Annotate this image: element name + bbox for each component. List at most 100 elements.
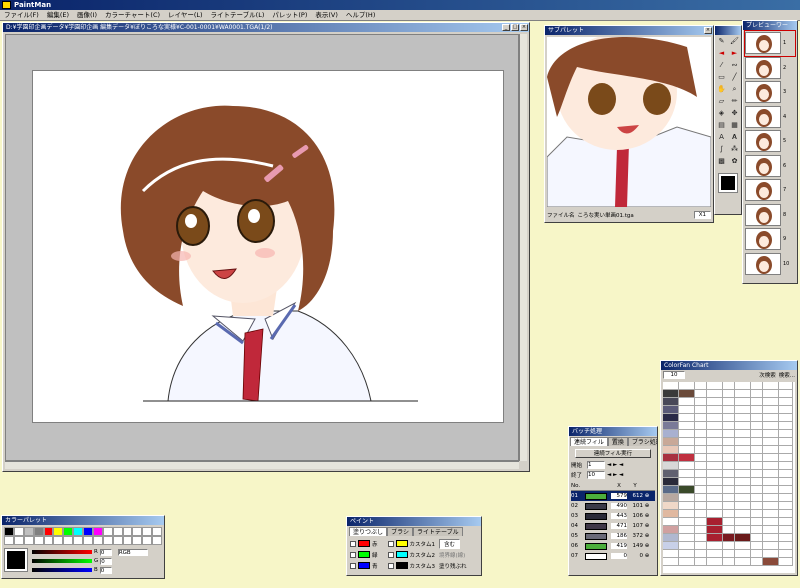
colorfan-cell[interactable]	[751, 470, 763, 478]
colorfan-cell[interactable]	[779, 478, 793, 486]
colorfan-cell[interactable]	[779, 454, 793, 462]
color-swatch[interactable]	[73, 536, 83, 545]
colorfan-cell[interactable]	[679, 502, 695, 510]
colorfan-cell[interactable]	[751, 518, 763, 526]
batch-run-button[interactable]: 連続フィル実行	[575, 449, 651, 458]
colorfan-cell[interactable]	[763, 486, 779, 494]
colorfan-cell[interactable]	[751, 406, 763, 414]
colorfan-cell[interactable]	[695, 510, 707, 518]
colorfan-cell[interactable]	[751, 510, 763, 518]
start-input[interactable]: 1	[587, 461, 605, 469]
color-swatch[interactable]	[102, 536, 113, 545]
colorfan-cell[interactable]	[695, 534, 707, 542]
colorfan-cell[interactable]	[763, 510, 779, 518]
text-outline-icon[interactable]: 𝐀	[729, 132, 740, 143]
colorfan-cell[interactable]	[735, 518, 751, 526]
colorfan-cell[interactable]	[707, 534, 723, 542]
colorfan-cell[interactable]	[763, 494, 779, 502]
colorfan-cell[interactable]	[779, 550, 793, 558]
pencil-icon[interactable]: ✏	[729, 96, 740, 107]
colorfan-cell[interactable]	[707, 430, 723, 438]
colorfan-cell[interactable]	[707, 390, 723, 398]
colorfan-cell[interactable]	[707, 414, 723, 422]
colorfan-cell[interactable]	[679, 446, 695, 454]
colorfan-cell[interactable]	[679, 542, 695, 550]
table-row[interactable]: 01 579 612 ⊕	[571, 491, 655, 501]
grid-icon[interactable]: ▦	[729, 120, 740, 131]
colorfan-cell[interactable]	[695, 486, 707, 494]
color-swatch[interactable]	[23, 536, 34, 545]
colorfan-cell[interactable]	[695, 542, 707, 550]
colorfan-cell[interactable]	[735, 446, 751, 454]
colorfan-cell[interactable]	[751, 542, 763, 550]
colorfan-cell[interactable]	[679, 478, 695, 486]
stamp-icon[interactable]: ✿	[729, 156, 740, 167]
colorfan-cell[interactable]	[751, 550, 763, 558]
thumbnail-view[interactable]	[547, 37, 711, 207]
colorfan-cell[interactable]	[723, 478, 735, 486]
colorfan-cell[interactable]	[663, 398, 679, 406]
colorfan-cell[interactable]	[679, 430, 695, 438]
colorfan-cell[interactable]	[779, 526, 793, 534]
color-swatch[interactable]	[152, 527, 162, 536]
green-swatch[interactable]	[358, 551, 370, 558]
colorfan-cell[interactable]	[679, 470, 695, 478]
fill-mode-select[interactable]: 含む	[439, 538, 461, 549]
text-tool-icon[interactable]: A	[716, 132, 727, 143]
color-swatch[interactable]	[63, 536, 74, 545]
zoom-select[interactable]: X1	[693, 211, 711, 219]
colorfan-search-label[interactable]: 検索...	[779, 371, 795, 379]
color-swatch[interactable]	[53, 536, 64, 545]
hand-tool-icon[interactable]: ✋	[716, 84, 727, 95]
table-row[interactable]: 04 471 107 ⊕	[571, 521, 655, 531]
colorfan-cell[interactable]	[695, 390, 707, 398]
rect-select-icon[interactable]: ▭	[716, 72, 727, 83]
colorfan-cell[interactable]	[679, 550, 695, 558]
colorfan-cell[interactable]	[763, 558, 779, 566]
colorfan-cell[interactable]	[751, 454, 763, 462]
preview-frame[interactable]: 10	[745, 252, 795, 277]
close-button[interactable]: ×	[520, 24, 528, 31]
colorfan-cell[interactable]	[707, 470, 723, 478]
colorfan-cell[interactable]	[779, 542, 793, 550]
tab-batch-brush[interactable]: ブラシ処理	[627, 437, 657, 446]
colorfan-cell[interactable]	[751, 382, 763, 390]
curve-tool-icon[interactable]: ∫	[716, 144, 727, 155]
row-color-swatch[interactable]	[585, 532, 607, 540]
table-row[interactable]: 02 490 101 ⊕	[571, 501, 655, 511]
colorfan-cell[interactable]	[763, 478, 779, 486]
colorfan-cell[interactable]	[723, 398, 735, 406]
colorfan-cell[interactable]	[763, 422, 779, 430]
menu-help[interactable]: ヘルプ(H)	[342, 10, 379, 20]
sub-palette-close-button[interactable]: ×	[704, 27, 712, 34]
preview-frame[interactable]: 2	[745, 56, 795, 81]
colorfan-cell[interactable]	[695, 502, 707, 510]
move-tool-icon[interactable]: ✥	[729, 108, 740, 119]
colorfan-cell[interactable]	[707, 494, 723, 502]
row-target-icon[interactable]: ⊕	[643, 543, 651, 549]
tab-lighttable[interactable]: ライトテーブル	[412, 527, 463, 536]
custom1-swatch[interactable]	[395, 540, 408, 547]
color-swatch[interactable]	[83, 536, 93, 545]
option2-label[interactable]: 塗り残ぶれ	[439, 562, 467, 570]
colorfan-cell[interactable]	[707, 478, 723, 486]
red-checkbox[interactable]	[350, 540, 356, 547]
colorfan-cell[interactable]	[763, 470, 779, 478]
colorfan-cell[interactable]	[679, 406, 695, 414]
colorfan-cell[interactable]	[735, 430, 751, 438]
red-swatch[interactable]	[358, 540, 370, 547]
colorfan-cell[interactable]	[779, 534, 793, 542]
custom3-swatch[interactable]	[395, 562, 408, 569]
color-swatch[interactable]	[73, 527, 83, 536]
colorfan-cell[interactable]	[679, 558, 695, 566]
menu-file[interactable]: ファイル(F)	[0, 10, 43, 20]
colorfan-cell[interactable]	[679, 486, 695, 494]
colorfan-cell[interactable]	[735, 470, 751, 478]
colorfan-cell[interactable]	[695, 558, 707, 566]
color-mode-select[interactable]: RGB	[117, 548, 148, 556]
colorfan-cell[interactable]	[663, 414, 679, 422]
row-target-icon[interactable]: ⊕	[643, 503, 651, 509]
preview-frame[interactable]: 1	[744, 30, 796, 57]
colorfan-cell[interactable]	[707, 382, 723, 390]
color-swatch[interactable]	[4, 536, 14, 545]
